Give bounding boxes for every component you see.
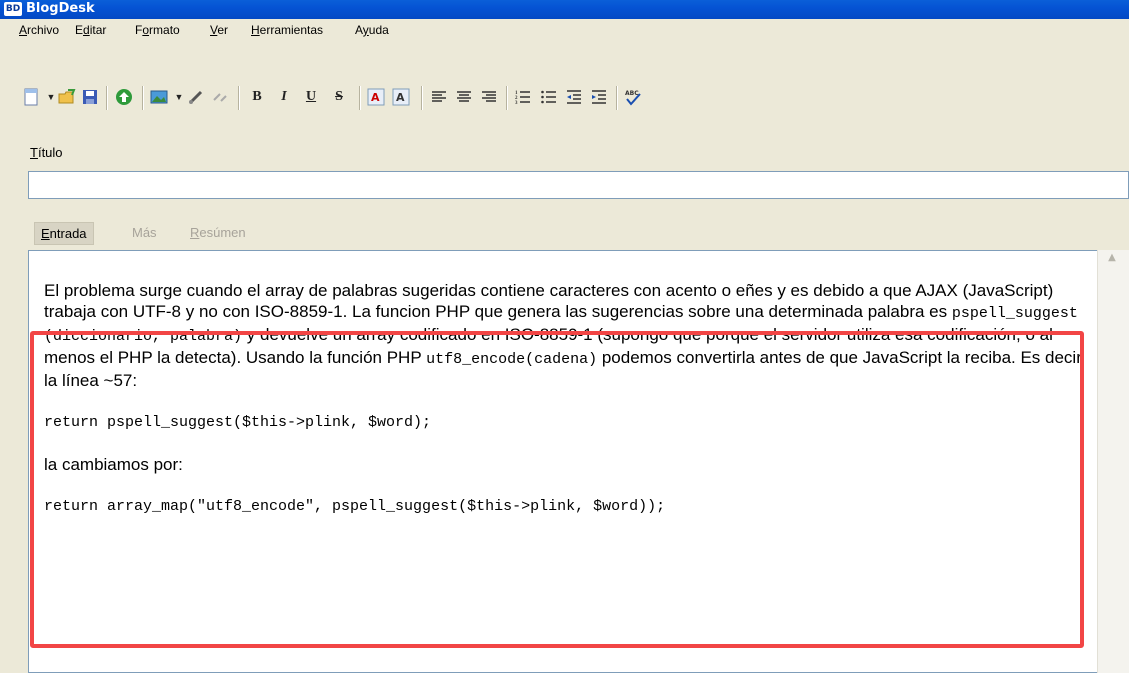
align-left-icon[interactable] — [430, 88, 448, 106]
svg-text:A: A — [396, 91, 405, 104]
tab-entrada[interactable]: Entrada — [34, 222, 94, 245]
menu-ayuda[interactable]: Ayuda — [355, 23, 389, 37]
publish-icon[interactable] — [115, 88, 133, 106]
open-folder-icon[interactable] — [58, 88, 76, 106]
image-dropdown-arrow-icon[interactable]: ▼ — [170, 88, 188, 106]
highlight-color-icon[interactable]: A — [392, 88, 410, 106]
toolbar-separator — [359, 86, 361, 110]
toolbar-separator — [142, 86, 144, 110]
code-line: return array_map("utf8_encode", pspell_s… — [44, 498, 666, 515]
window-title: BlogDesk — [26, 1, 95, 16]
menu-archivo[interactable]: Archivo — [19, 23, 59, 37]
svg-text:3: 3 — [515, 101, 518, 106]
insert-image-icon[interactable] — [150, 88, 168, 106]
toolbar-separator — [238, 86, 240, 110]
decrease-indent-icon[interactable] — [565, 88, 583, 106]
scroll-up-arrow-icon[interactable]: ▲ — [1102, 252, 1122, 270]
svg-text:A: A — [371, 91, 380, 104]
bold-button[interactable]: B — [248, 88, 266, 106]
bullet-list-icon[interactable] — [540, 88, 558, 106]
vertical-scrollbar[interactable] — [1097, 250, 1129, 673]
paragraph: El problema surge cuando el array de pal… — [44, 281, 1082, 390]
tab-resumen[interactable]: Resúmen — [184, 222, 252, 243]
insert-link-icon[interactable] — [187, 88, 205, 106]
toolbar-separator — [616, 86, 618, 110]
text-color-icon[interactable]: A — [367, 88, 385, 106]
strikethrough-button[interactable]: S — [330, 88, 348, 106]
app-logo-icon: BD — [4, 2, 22, 16]
increase-indent-icon[interactable] — [590, 88, 608, 106]
align-center-icon[interactable] — [455, 88, 473, 106]
title-label: Título — [30, 145, 63, 160]
menu-ver[interactable]: Ver — [210, 23, 228, 37]
toolbar-separator — [506, 86, 508, 110]
save-icon[interactable] — [81, 88, 99, 106]
menu-editar[interactable]: Editar — [75, 23, 106, 37]
remove-link-icon[interactable] — [211, 88, 229, 106]
align-right-icon[interactable] — [480, 88, 498, 106]
underline-button[interactable]: U — [302, 88, 320, 106]
paragraph: la cambiamos por: — [44, 455, 183, 474]
numbered-list-icon[interactable]: 123 — [514, 88, 532, 106]
new-document-icon[interactable] — [22, 88, 40, 106]
spell-check-icon[interactable]: ABC — [624, 88, 642, 106]
toolbar-separator — [106, 86, 108, 110]
toolbar-separator — [421, 86, 423, 110]
menu-bar: Archivo Editar Formato Ver Herramientas … — [0, 19, 1129, 41]
menu-formato[interactable]: Formato — [135, 23, 180, 37]
code-line: return pspell_suggest($this->plink, $wor… — [44, 414, 432, 431]
inline-code: utf8_encode(cadena) — [426, 351, 598, 368]
menu-herramientas[interactable]: Herramientas — [251, 23, 323, 37]
title-input[interactable] — [28, 171, 1129, 199]
title-bar: BD BlogDesk — [0, 0, 1129, 19]
post-content: El problema surge cuando el array de pal… — [44, 280, 1084, 517]
italic-button[interactable]: I — [275, 88, 293, 106]
tab-mas[interactable]: Más — [126, 222, 163, 243]
